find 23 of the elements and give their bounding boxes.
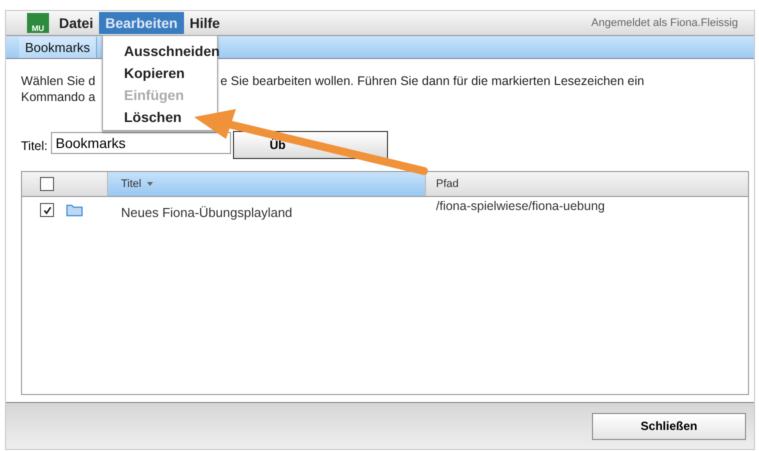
table-cell-text: /fiona-spielwiese/fiona-uebung <box>435 198 606 213</box>
user-label: Angemeldet als Fiona.Fleissig <box>591 17 739 29</box>
close-button[interactable]: Schließen <box>592 412 746 440</box>
menu-item[interactable]: Löschen <box>124 106 182 128</box>
tab[interactable]: Bookmarks <box>19 36 98 58</box>
menu-item[interactable]: Ausschneiden <box>124 40 220 62</box>
logo-icon: MU <box>27 13 49 33</box>
instruction-text: Kommando a <box>21 89 96 105</box>
folder-icon <box>66 203 83 217</box>
select-all-checkbox[interactable] <box>40 177 54 191</box>
instruction-text: e Sie bearbeiten wollen. Führen Sie dann für die markierten Lesezeichen ein <box>220 73 644 89</box>
menu-item[interactable]: Hilfe <box>184 12 226 34</box>
table-cell-text: Neues Fiona-Übungsplayland <box>120 204 294 220</box>
row-checkbox[interactable] <box>40 203 54 217</box>
menu-item[interactable]: Bearbeiten <box>99 12 184 34</box>
instruction-text: Wählen Sie d <box>21 73 96 89</box>
menu-item[interactable]: Kopieren <box>124 62 185 84</box>
menu-item[interactable]: Datei <box>53 12 100 34</box>
sort-icon <box>147 182 154 186</box>
column-header[interactable]: Pfad <box>426 172 748 196</box>
field-label: Titel: <box>21 139 48 153</box>
title-field[interactable]: Bookmarks <box>50 132 231 154</box>
column-header[interactable]: Titel <box>108 172 426 196</box>
